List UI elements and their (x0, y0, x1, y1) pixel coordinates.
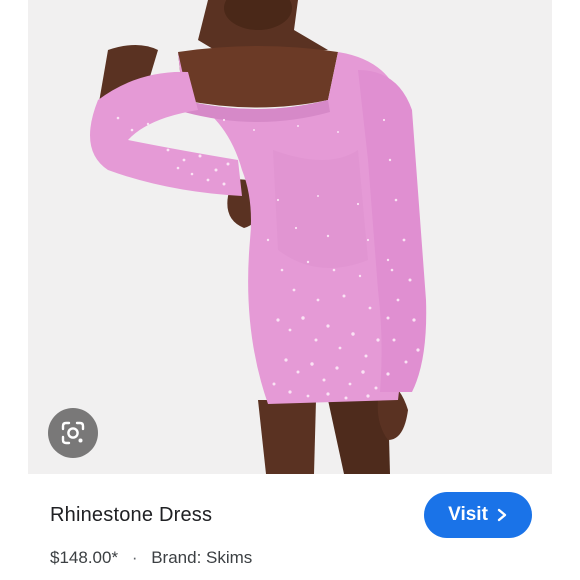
google-lens-icon (61, 421, 85, 445)
result-card: Rhinestone Dress $148.00* · Brand: Skims… (0, 0, 580, 580)
product-price: $148.00* (50, 548, 119, 567)
product-image[interactable] (28, 0, 552, 474)
product-info: Rhinestone Dress $148.00* · Brand: Skims… (28, 474, 552, 580)
google-lens-button[interactable] (48, 408, 98, 458)
visit-button[interactable]: Visit (424, 492, 532, 538)
product-brand: Brand: Skims (151, 548, 253, 567)
meta-separator: · (131, 548, 138, 567)
product-title[interactable]: Rhinestone Dress (50, 504, 212, 527)
product-meta: $148.00* · Brand: Skims (50, 548, 252, 568)
visit-button-label: Visit (448, 504, 488, 525)
dress-photo-illustration (90, 0, 427, 474)
chevron-right-icon (497, 508, 507, 522)
